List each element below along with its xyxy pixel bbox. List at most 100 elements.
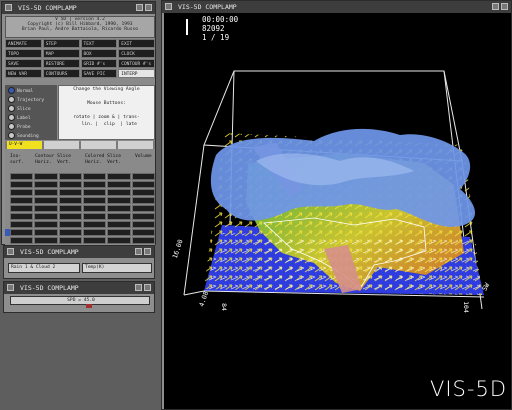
- rain-cloud-field[interactable]: Rain 1 & Cloud 2: [8, 263, 80, 273]
- matrix-toggle[interactable]: [58, 205, 82, 212]
- matrix-toggle[interactable]: [131, 205, 155, 212]
- function-button[interactable]: RESTORE: [42, 59, 80, 68]
- matrix-toggle[interactable]: [34, 237, 58, 244]
- matrix-toggle[interactable]: [107, 237, 131, 244]
- view-window-titlebar[interactable]: VIS-5D COMPLAMP: [162, 1, 511, 13]
- matrix-toggle[interactable]: [83, 181, 107, 188]
- matrix-toggle[interactable]: [10, 221, 34, 228]
- matrix-toggle[interactable]: [10, 237, 34, 244]
- matrix-toggle[interactable]: [58, 181, 82, 188]
- matrix-toggle[interactable]: [107, 189, 131, 196]
- function-button[interactable]: NEW VAR: [5, 69, 42, 78]
- slider-window-titlebar[interactable]: VIS-5D COMPLAMP: [4, 282, 154, 294]
- function-button[interactable]: BOX: [80, 49, 118, 58]
- maximize-icon[interactable]: [145, 4, 152, 11]
- minimize-icon[interactable]: [135, 248, 142, 255]
- matrix-toggle[interactable]: [58, 197, 82, 204]
- matrix-toggle[interactable]: [107, 205, 131, 212]
- matrix-toggle[interactable]: [83, 213, 107, 220]
- function-button[interactable]: CLOCK: [118, 49, 155, 58]
- variable-chip[interactable]: U-V-W: [7, 141, 42, 149]
- matrix-toggle[interactable]: [58, 229, 82, 236]
- function-button[interactable]: STEP: [42, 39, 80, 48]
- minimize-icon[interactable]: [136, 4, 143, 11]
- matrix-toggle[interactable]: [10, 189, 34, 196]
- matrix-toggle[interactable]: [83, 189, 107, 196]
- matrix-toggle[interactable]: [34, 205, 58, 212]
- maximize-icon[interactable]: [144, 284, 151, 291]
- matrix-toggle[interactable]: [83, 221, 107, 228]
- matrix-toggle[interactable]: [58, 221, 82, 228]
- matrix-toggle[interactable]: [83, 197, 107, 204]
- matrix-toggle[interactable]: [107, 173, 131, 180]
- matrix-toggle[interactable]: [131, 189, 155, 196]
- matrix-toggle[interactable]: [10, 173, 34, 180]
- function-button[interactable]: CONTOURS: [42, 69, 80, 78]
- mode-radio[interactable]: Label: [8, 114, 54, 122]
- maximize-icon[interactable]: [144, 248, 151, 255]
- window-menu-icon[interactable]: [5, 4, 12, 11]
- matrix-toggle[interactable]: [34, 173, 58, 180]
- mode-radio[interactable]: Sounding: [8, 132, 54, 140]
- matrix-toggle[interactable]: [83, 237, 107, 244]
- variable-chip[interactable]: [81, 141, 116, 149]
- function-button[interactable]: SAVE PIC: [80, 69, 118, 78]
- function-button[interactable]: TEXT: [80, 39, 118, 48]
- mode-radio[interactable]: Slice: [8, 105, 54, 113]
- function-button[interactable]: ANIMATE: [5, 39, 42, 48]
- variable-chip[interactable]: [44, 141, 79, 149]
- matrix-toggle[interactable]: [107, 197, 131, 204]
- window-menu-icon[interactable]: [165, 3, 172, 10]
- mode-radio[interactable]: Normal: [8, 87, 54, 95]
- matrix-toggle[interactable]: [131, 221, 155, 228]
- matrix-toggle[interactable]: [10, 229, 34, 236]
- matrix-toggle[interactable]: [34, 189, 58, 196]
- temperature-field[interactable]: Temp(K): [82, 263, 152, 273]
- matrix-toggle[interactable]: [83, 173, 107, 180]
- speed-slider[interactable]: SPD = 45.0: [10, 296, 150, 305]
- function-button[interactable]: SAVE: [5, 59, 42, 68]
- variable-chip[interactable]: [118, 141, 153, 149]
- matrix-toggle[interactable]: [131, 237, 155, 244]
- function-button[interactable]: GRID #'s: [80, 59, 118, 68]
- matrix-toggle[interactable]: [83, 205, 107, 212]
- matrix-toggle[interactable]: [131, 197, 155, 204]
- matrix-toggle[interactable]: [58, 189, 82, 196]
- matrix-toggle[interactable]: [34, 213, 58, 220]
- minimize-icon[interactable]: [135, 284, 142, 291]
- window-menu-icon[interactable]: [7, 284, 14, 291]
- matrix-toggle[interactable]: [10, 205, 34, 212]
- matrix-toggle[interactable]: [107, 181, 131, 188]
- mode-radio[interactable]: Trajectory: [8, 96, 54, 104]
- 3d-render-canvas[interactable]: 00:00:00 82092 1 / 19 16.00 4.08 84 104 …: [164, 13, 511, 409]
- matrix-toggle[interactable]: [83, 229, 107, 236]
- speed-slider-thumb[interactable]: [86, 304, 92, 308]
- minimize-icon[interactable]: [492, 3, 499, 10]
- matrix-toggle[interactable]: [34, 197, 58, 204]
- matrix-toggle[interactable]: [107, 213, 131, 220]
- function-button[interactable]: MAP: [42, 49, 80, 58]
- matrix-toggle[interactable]: [58, 213, 82, 220]
- function-button[interactable]: CONTOUR #'s: [118, 59, 155, 68]
- function-button[interactable]: INTERP: [118, 69, 155, 78]
- time-window-titlebar[interactable]: VIS-5D COMPLAMP: [4, 246, 154, 258]
- matrix-toggle[interactable]: [107, 221, 131, 228]
- matrix-toggle[interactable]: [34, 229, 58, 236]
- control-window-titlebar[interactable]: VIS-5D COMPLAMP: [2, 2, 155, 14]
- matrix-toggle[interactable]: [10, 181, 34, 188]
- matrix-toggle[interactable]: [58, 173, 82, 180]
- matrix-toggle[interactable]: [131, 229, 155, 236]
- maximize-icon[interactable]: [501, 3, 508, 10]
- matrix-toggle[interactable]: [107, 229, 131, 236]
- matrix-toggle[interactable]: [131, 181, 155, 188]
- matrix-toggle[interactable]: [58, 237, 82, 244]
- matrix-toggle[interactable]: [10, 197, 34, 204]
- window-menu-icon[interactable]: [7, 248, 14, 255]
- matrix-toggle[interactable]: [131, 213, 155, 220]
- matrix-toggle[interactable]: [131, 173, 155, 180]
- matrix-toggle[interactable]: [34, 221, 58, 228]
- function-button[interactable]: TOPO: [5, 49, 42, 58]
- mode-radio[interactable]: Probe: [8, 123, 54, 131]
- matrix-toggle[interactable]: [34, 181, 58, 188]
- matrix-toggle[interactable]: [10, 213, 34, 220]
